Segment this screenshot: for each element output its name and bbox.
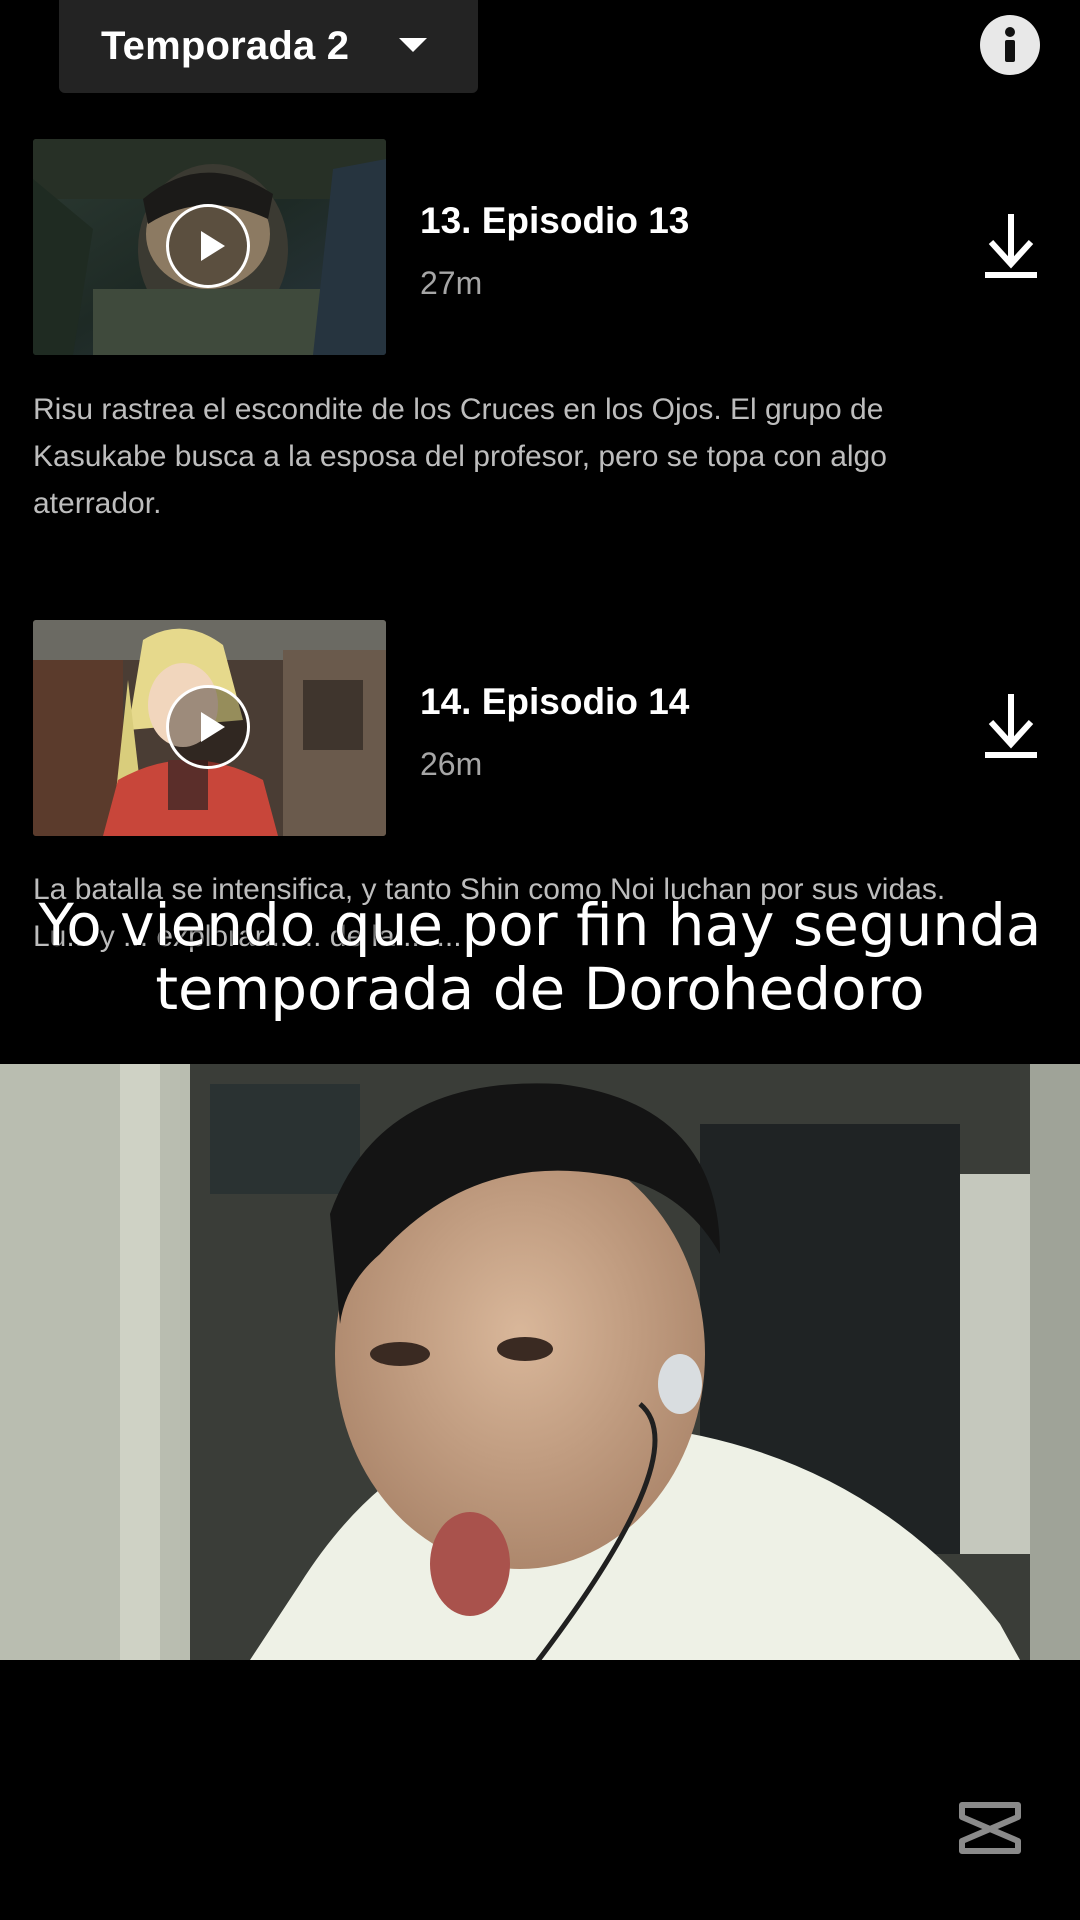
episode-13-thumbnail[interactable]: [33, 139, 386, 355]
episode-14-title[interactable]: 14. Episodio 14: [420, 681, 689, 723]
info-icon: [1005, 27, 1015, 62]
play-icon[interactable]: [166, 685, 250, 769]
caption-line-1: Yo viendo que por fin hay segunda: [38, 891, 1042, 959]
episode-13-title[interactable]: 13. Episodio 13: [420, 200, 689, 242]
capcut-logo-icon: [959, 1802, 1021, 1854]
caption-line-2: temporada de Dorohedoro: [155, 955, 925, 1023]
season-selector[interactable]: Temporada 2: [59, 0, 478, 93]
chevron-down-icon: [399, 38, 427, 52]
reaction-photo: [0, 1064, 1080, 1660]
episode-13-description: Risu rastrea el escondite de los Cruces …: [33, 393, 887, 520]
reaction-image: [0, 1064, 1080, 1660]
meme-caption: Yo viendo que por fin hay segunda tempor…: [0, 893, 1080, 1021]
download-icon[interactable]: [985, 694, 1037, 760]
season-label: Temporada 2: [101, 24, 350, 68]
info-button[interactable]: [980, 15, 1040, 75]
episode-14-duration: 26m: [420, 746, 483, 782]
episode-13-duration: 27m: [420, 265, 483, 301]
play-icon[interactable]: [166, 204, 250, 288]
episode-14-thumbnail[interactable]: [33, 620, 386, 836]
download-icon[interactable]: [985, 214, 1037, 280]
app-screen: Temporada 2 13. Episodio 13 27m Risu ras…: [0, 0, 1080, 1920]
